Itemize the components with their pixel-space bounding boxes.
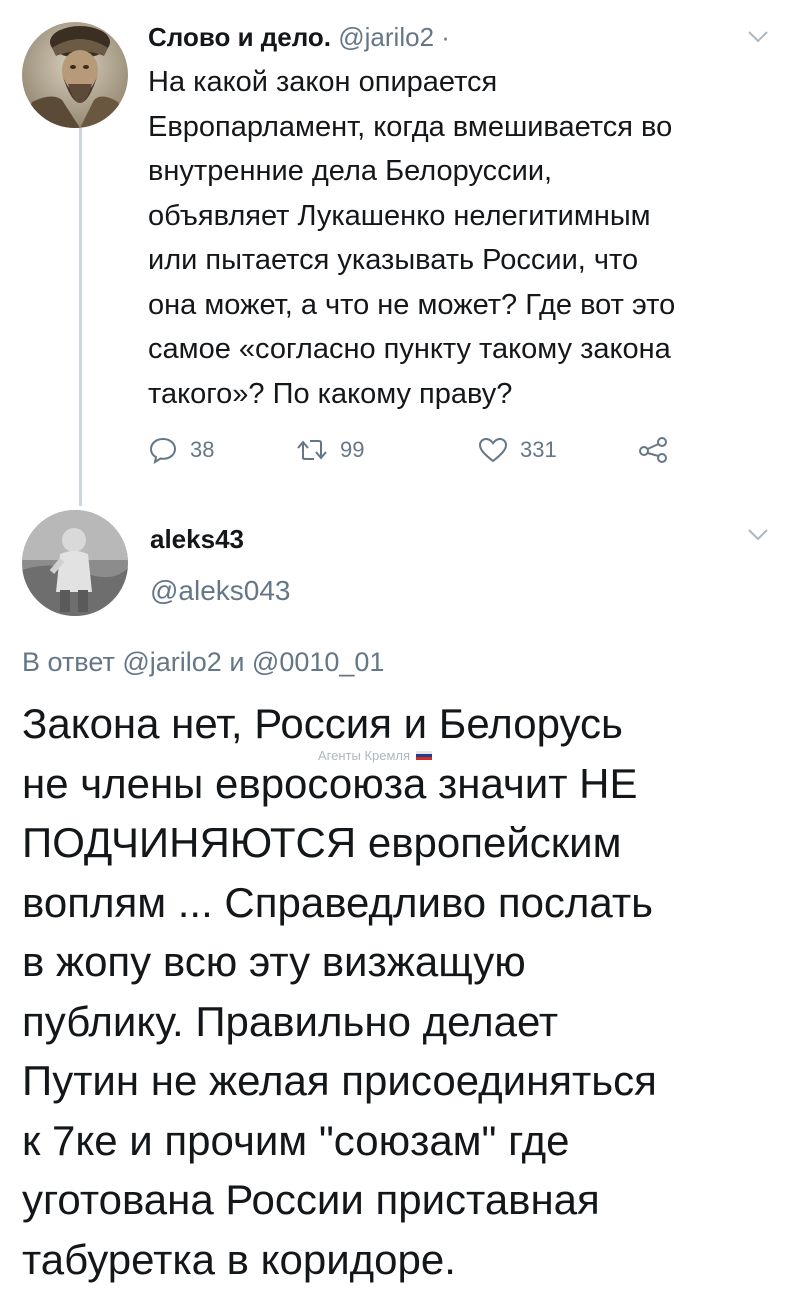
retweet-button[interactable]: 99 (296, 430, 364, 470)
tweet1-author-handle[interactable]: @jarilo2 · (338, 22, 450, 52)
tweet2-text-line: публику. Правильно делает (22, 997, 559, 1045)
reply-context: В ответ @jarilo2 и @0010_01 (22, 642, 384, 682)
like-icon (478, 437, 508, 463)
watermark-text: Агенты Кремля (318, 748, 411, 763)
tweet1-text-line: объявляет Лукашенко нелегитимным (148, 199, 651, 232)
tweet2-text-line: в жопу всю эту визжащую (22, 938, 526, 985)
tweet1-actions: 38 99 331 (148, 430, 688, 470)
reply-and: и (229, 647, 245, 677)
tweet1-header: Слово и дело. @jarilo2 · (148, 20, 450, 54)
retweet-count: 99 (340, 437, 365, 462)
chevron-down-icon[interactable] (748, 30, 768, 43)
tweet2-text-line: ПОДЧИНЯЮТСЯ европейским (22, 819, 622, 866)
like-count: 331 (520, 437, 557, 462)
tweet1-text-line: внутренние дела Белоруссии, (148, 155, 553, 187)
tweet1-text-line: На какой закон опирается (148, 66, 498, 98)
tweet2-text-line: Путин не желая присоединяться (22, 1057, 657, 1104)
chevron-down-icon[interactable] (748, 528, 768, 541)
tweet2-text-line: табуретка в коридоре. (22, 1235, 456, 1283)
tweet2-author-name[interactable]: aleks43 (150, 522, 244, 556)
tweet1-text-line: такого»? По какому праву? (148, 377, 513, 410)
like-button[interactable]: 331 (478, 430, 557, 470)
reply-button[interactable]: 38 (148, 430, 214, 470)
reply-icon (149, 437, 177, 464)
flag-stripe (416, 757, 433, 760)
avatar-aleks43[interactable] (22, 510, 128, 616)
russian-flag-icon (416, 751, 433, 760)
reply-count: 38 (190, 437, 215, 462)
tweet2-text-line: к 7ке и прочим "союзам" где (22, 1116, 570, 1164)
tweet1-text-line: самое «согласно пункту такому закона (148, 333, 671, 365)
avatar-slovo-i-delo[interactable] (22, 22, 128, 128)
tweet1-author-name[interactable]: Слово и дело. (148, 22, 331, 52)
thread-connector (79, 128, 82, 506)
tweet1-text: На какой закон опирается Европарламент, … (148, 60, 788, 416)
tweet1-text-line: или пытается указывать России, что (148, 244, 639, 276)
tweet2-text-line: Закона нет, Россия и Белорусь (22, 700, 623, 747)
tweet2-author-handle[interactable]: @aleks043 (150, 574, 291, 608)
share-button[interactable] (638, 430, 668, 470)
tweet2-text-line: уготована России приставная (22, 1176, 600, 1223)
tweet2-text: Закона нет, Россия и Белорусь не члены е… (22, 694, 792, 1289)
share-icon (639, 437, 667, 463)
tweet1-text-line: Европарламент, когда вмешивается во (148, 110, 673, 143)
watermark: Агенты Кремля (318, 748, 433, 763)
reply-mention-jarilo2[interactable]: @jarilo2 (122, 647, 221, 677)
reply-prefix: В ответ (22, 647, 115, 677)
retweet-icon (297, 440, 327, 460)
tweet2-text-line: воплям ... Справедливо послать (22, 878, 653, 926)
reply-mention-0010-01[interactable]: @0010_01 (252, 647, 385, 677)
tweet1-text-line: она может, а что не может? Где вот это (148, 288, 676, 321)
